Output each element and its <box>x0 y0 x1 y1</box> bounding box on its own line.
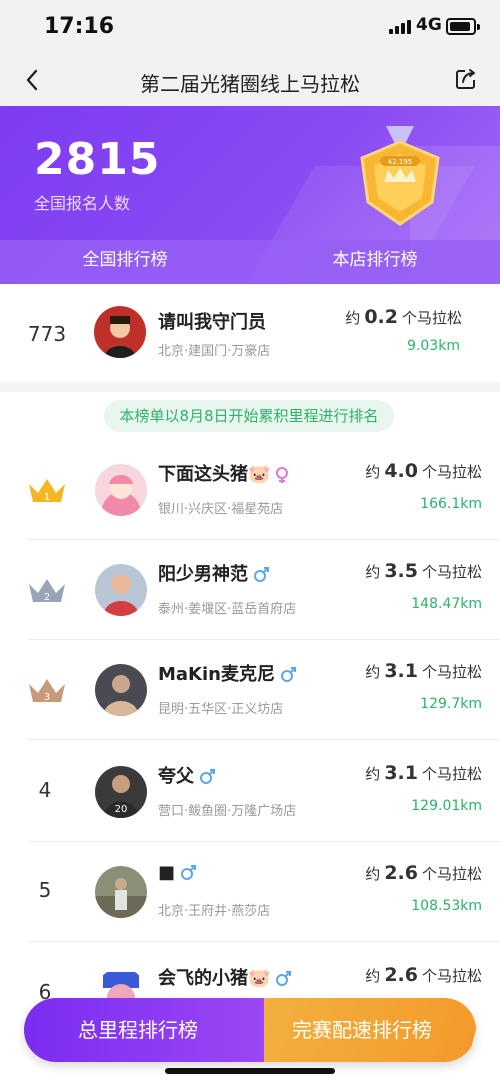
list-item[interactable]: 773 请叫我守门员 北京·建国门·万豪店 约 0.2 个马拉松 9.03km <box>0 284 500 382</box>
silver-crown-icon: 2 <box>29 579 65 603</box>
distance-km: 9.03km <box>407 338 460 354</box>
avatar <box>95 564 147 616</box>
store-name: 昆明·五华区·正义坊店 <box>158 702 284 717</box>
ranking-switcher: 完赛配速排行榜 总里程排行榜 <box>24 998 476 1062</box>
divider <box>28 941 500 942</box>
marathon-count: 约 3.1 个马拉松 <box>365 660 482 682</box>
badge-text: 42.195 <box>388 158 413 166</box>
user-name: 请叫我守门员 <box>158 312 266 333</box>
store-name: 泰州·姜堰区·蓝岳首府店 <box>158 602 297 617</box>
marathon-count: 约 2.6 个马拉松 <box>365 862 482 884</box>
tab-store[interactable]: 本店排行榜 <box>250 240 500 284</box>
distance-km: 166.1km <box>420 496 482 512</box>
ranking-notice: 本榜单以8月8日开始累积里程进行排名 <box>104 400 394 432</box>
status-bar: 17:16 4G <box>0 0 500 56</box>
bronze-crown-icon: 3 <box>29 679 65 703</box>
store-name: 营口·鲅鱼圈·万隆广场店 <box>158 804 297 819</box>
avatar <box>95 664 147 716</box>
male-icon <box>281 667 296 682</box>
rank-number: 4 <box>38 778 52 802</box>
male-icon <box>181 865 197 880</box>
page-title: 第二届光猪圈线上马拉松 <box>140 72 360 96</box>
distance-km: 148.47km <box>411 596 482 612</box>
medal-badge-icon: 42.195 <box>360 126 440 226</box>
marathon-count: 约 4.0 个马拉松 <box>365 460 482 482</box>
nav-bar: 第二届光猪圈线上马拉松 <box>0 56 500 106</box>
network-label: 4G <box>416 15 442 35</box>
table-row[interactable]: 3 MaKin麦克尼 昆明·五华区·正义坊店 约 3.1 个马拉松 129.7km <box>0 640 500 740</box>
marathon-count: 约 3.1 个马拉松 <box>365 762 482 784</box>
marathon-count: 约 3.5 个马拉松 <box>365 560 482 582</box>
share-icon[interactable] <box>455 68 477 90</box>
svg-text:1: 1 <box>44 492 50 503</box>
table-row[interactable]: 4 20 夸父 营口·鲅鱼圈·万隆广场店 约 3.1 个马拉松 129.01km <box>0 742 500 842</box>
pace-ranking-button[interactable]: 完赛配速排行榜 <box>235 998 476 1062</box>
leaderboard-tabs: 全国排行榜 本店排行榜 <box>0 240 500 284</box>
user-name: 夸父 <box>158 762 216 788</box>
user-name: 阳少男神范 <box>158 560 270 586</box>
user-name: 会飞的小猪🐷 <box>158 964 292 990</box>
signup-count: 2815 <box>34 134 161 185</box>
pace-ranking-label: 完赛配速排行榜 <box>292 1018 432 1042</box>
signal-icon <box>389 18 413 34</box>
male-icon <box>200 769 215 784</box>
svg-text:3: 3 <box>44 692 50 703</box>
svg-text:20: 20 <box>115 804 128 815</box>
gold-crown-icon: 1 <box>29 479 65 503</box>
distance-ranking-label: 总里程排行榜 <box>78 1018 198 1042</box>
store-name: 银川·兴庆区·福星苑店 <box>158 502 284 517</box>
avatar: 20 <box>95 766 147 818</box>
distance-km: 108.53km <box>411 898 482 914</box>
rank-number: 5 <box>38 878 52 902</box>
status-time: 17:16 <box>44 14 115 39</box>
user-name: ■ <box>158 862 197 883</box>
battery-icon <box>446 18 480 35</box>
distance-km: 129.01km <box>411 798 482 814</box>
user-name: 下面这头猪🐷 <box>158 460 290 486</box>
male-icon <box>254 567 269 582</box>
store-name: 北京·建国门·万豪店 <box>158 344 271 359</box>
avatar <box>95 464 147 516</box>
divider <box>28 739 500 740</box>
my-rank-card[interactable]: 773 请叫我守门员 北京·建国门·万豪店 约 0.2 个马拉松 9.03km <box>0 284 500 382</box>
male-icon <box>276 971 292 986</box>
signup-count-label: 全国报名人数 <box>34 194 131 213</box>
user-name: MaKin麦克尼 <box>158 660 297 686</box>
tab-national[interactable]: 全国排行榜 <box>0 240 250 284</box>
female-icon <box>276 467 289 483</box>
avatar <box>94 306 146 358</box>
marathon-count: 约 0.2 个马拉松 <box>345 306 462 328</box>
avatar <box>95 866 147 918</box>
store-name: 北京·王府井·燕莎店 <box>158 904 271 919</box>
marathon-count: 约 2.6 个马拉松 <box>365 964 482 986</box>
my-rank: 773 <box>27 322 67 346</box>
distance-ranking-button[interactable]: 总里程排行榜 <box>24 998 264 1062</box>
table-row[interactable]: 2 阳少男神范 泰州·姜堰区·蓝岳首府店 约 3.5 个马拉松 148.47km <box>0 540 500 640</box>
distance-km: 129.7km <box>420 696 482 712</box>
table-row[interactable]: 1 下面这头猪🐷 银川·兴庆区·福星苑店 约 4.0 个马拉松 166.1km <box>0 440 500 540</box>
svg-text:2: 2 <box>44 592 50 603</box>
home-indicator <box>165 1068 335 1074</box>
table-row[interactable]: 5 ■ 北京·王府井·燕莎店 约 2.6 个马拉松 108.53km <box>0 842 500 942</box>
